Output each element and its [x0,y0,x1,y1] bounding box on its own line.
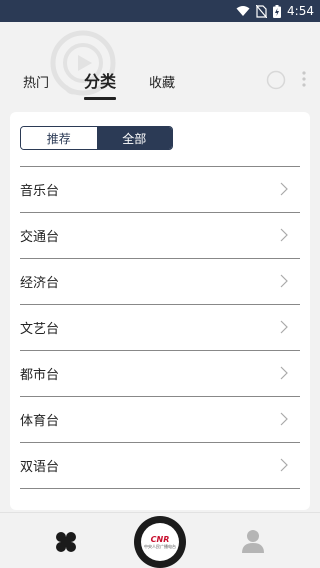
tab-favorites[interactable]: 收藏 [149,72,175,91]
list-item-economy[interactable]: 经济台 [20,258,300,304]
list-item-label: 文艺台 [20,322,60,337]
chevron-right-icon [280,366,288,380]
chevron-right-icon [280,182,288,196]
segment-recommend-button[interactable]: 推荐 [21,127,97,149]
tab-category[interactable]: 分类 [84,68,116,92]
segmented-control: 推荐 全部 [20,126,173,150]
battery-charging-icon [273,4,282,18]
more-vertical-icon[interactable] [302,71,306,87]
category-grid-icon[interactable] [55,531,77,553]
cnr-logo: CNR 中央人民广播电台 [141,523,179,561]
profile-icon[interactable] [241,529,265,553]
active-tab-indicator [84,97,116,100]
list-item-sports[interactable]: 体育台 [20,396,300,442]
tab-hot[interactable]: 热门 [23,72,49,91]
list-item-label: 都市台 [20,368,60,383]
status-bar: 4:54 [0,0,320,22]
list-item-arts[interactable]: 文艺台 [20,304,300,350]
no-sim-icon [256,4,268,18]
list-item-music[interactable]: 音乐台 [20,166,300,212]
list-item-city[interactable]: 都市台 [20,350,300,396]
cnr-logo-subtitle: 中央人民广播电台 [144,543,176,549]
list-item-label: 经济台 [20,276,60,291]
list-item-label: 体育台 [20,414,60,429]
segment-all-button[interactable]: 全部 [96,127,172,149]
list-item-label: 音乐台 [20,184,60,199]
chevron-right-icon [280,320,288,334]
bottom-nav: CNR 中央人民广播电台 [0,512,320,568]
status-time: 4:54 [287,4,314,18]
chevron-right-icon [280,458,288,472]
category-card: 推荐 全部 音乐台 交通台 经济台 文艺台 都市台 体育台 双语台 [10,112,310,510]
top-bar: 热门 分类 收藏 [0,22,320,110]
chevron-right-icon [280,412,288,426]
list-item-traffic[interactable]: 交通台 [20,212,300,258]
list-item-label: 双语台 [20,460,60,475]
category-list: 音乐台 交通台 经济台 文艺台 都市台 体育台 双语台 [20,166,300,489]
search-icon[interactable] [266,70,286,90]
chevron-right-icon [280,228,288,242]
list-item-bilingual[interactable]: 双语台 [20,442,300,488]
player-button[interactable]: CNR 中央人民广播电台 [134,516,186,568]
chevron-right-icon [280,274,288,288]
list-item-label: 交通台 [20,230,60,245]
cnr-logo-text: CNR [150,534,170,544]
wifi-icon [236,6,250,16]
list-divider [20,488,300,489]
